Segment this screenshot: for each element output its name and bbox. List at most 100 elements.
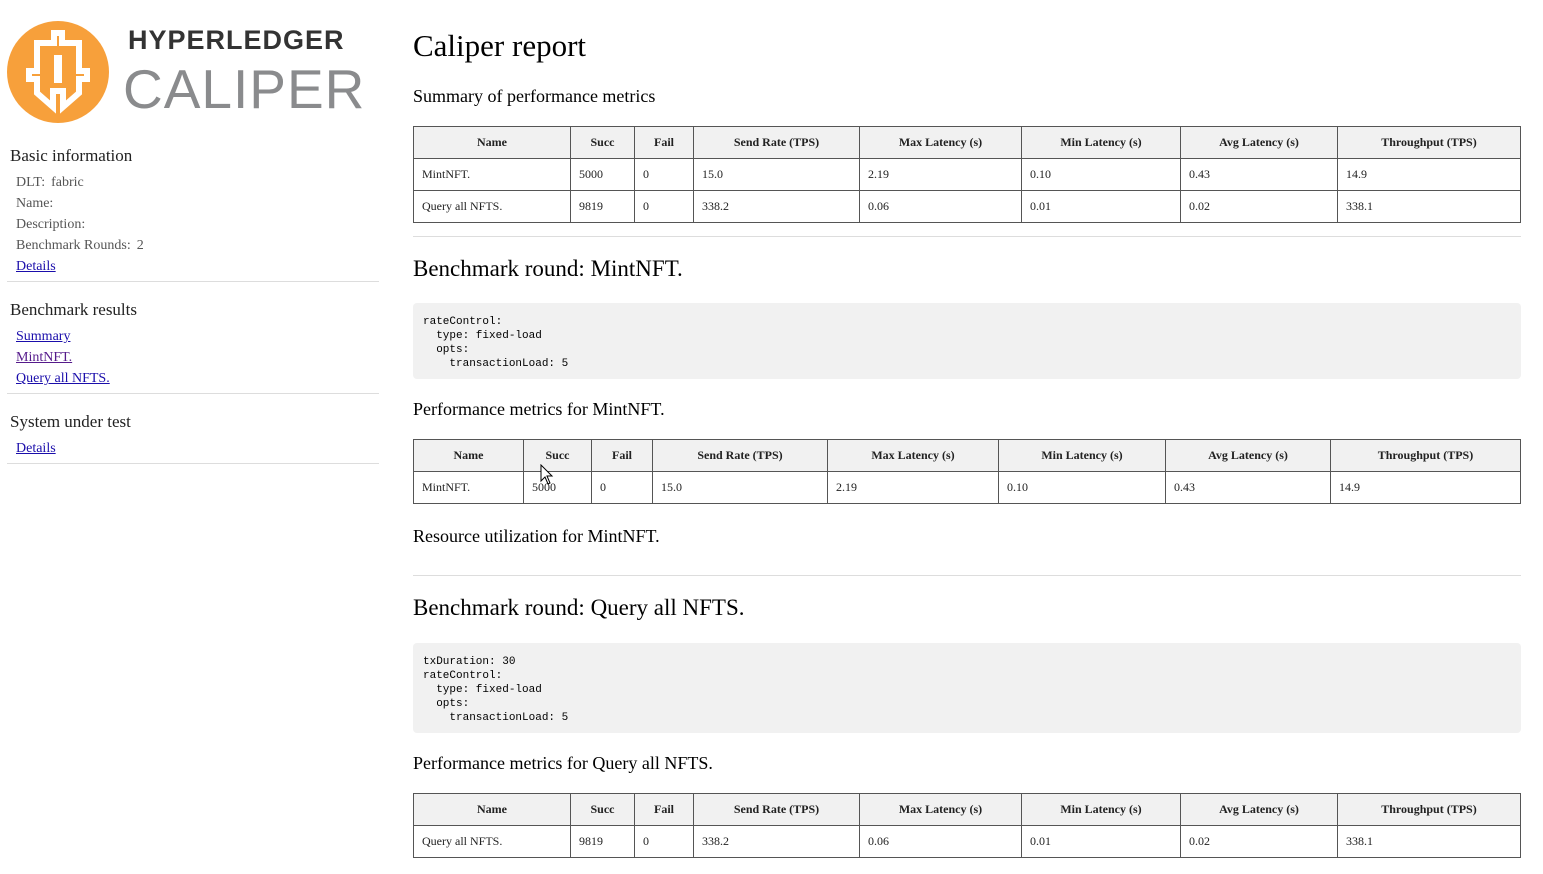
- system-under-test-heading: System under test: [10, 412, 131, 431]
- round-query-config: txDuration: 30 rateControl: type: fixed-…: [413, 643, 1521, 733]
- col-avg-latency: Avg Latency (s): [1180, 793, 1338, 826]
- summary-heading: Summary of performance metrics: [413, 86, 656, 106]
- round-mintnft-config: rateControl: type: fixed-load opts: tran…: [413, 303, 1521, 379]
- benchmark-results-heading: Benchmark results: [10, 300, 137, 319]
- cell-throughput: 14.9: [1330, 471, 1521, 504]
- summary-link[interactable]: Summary: [16, 326, 379, 347]
- col-fail: Fail: [634, 793, 694, 826]
- system-details-link[interactable]: Details: [16, 438, 379, 459]
- basic-information-heading: Basic information: [10, 146, 133, 165]
- cell-min-latency: 0.01: [1021, 190, 1181, 223]
- divider: [413, 575, 1521, 576]
- dlt-value: fabric: [51, 175, 84, 190]
- logo-bottom-text: CALIPER: [123, 58, 366, 120]
- round-query-config-text: txDuration: 30 rateControl: type: fixed-…: [423, 656, 569, 724]
- cell-max-latency: 2.19: [827, 471, 999, 504]
- divider: [413, 236, 1521, 237]
- logo-top-text: HYPERLEDGER: [128, 25, 345, 55]
- mintnft-link[interactable]: MintNFT.: [16, 347, 379, 368]
- col-send-rate: Send Rate (TPS): [652, 439, 828, 472]
- cell-fail: 0: [634, 158, 694, 191]
- description-line: Description:: [16, 217, 86, 232]
- col-min-latency: Min Latency (s): [998, 439, 1166, 472]
- cell-send-rate: 338.2: [693, 190, 860, 223]
- table-row: Query all NFTS. 9819 0 338.2 0.06 0.01 0…: [413, 190, 1521, 223]
- col-name: Name: [413, 126, 571, 159]
- col-send-rate: Send Rate (TPS): [693, 126, 860, 159]
- table-row: MintNFT. 5000 0 15.0 2.19 0.10 0.43 14.9: [413, 471, 1521, 504]
- col-avg-latency: Avg Latency (s): [1180, 126, 1338, 159]
- cell-name: Query all NFTS.: [413, 825, 571, 858]
- round-mintnft-table: Name Succ Fail Send Rate (TPS) Max Laten…: [413, 439, 1521, 504]
- caliper-logo-icon: [7, 21, 109, 123]
- col-throughput: Throughput (TPS): [1337, 793, 1521, 826]
- round-mintnft-perf-heading: Performance metrics for MintNFT.: [413, 399, 665, 419]
- round-query-perf-heading: Performance metrics for Query all NFTS.: [413, 753, 713, 773]
- cell-throughput: 14.9: [1337, 158, 1521, 191]
- table-row: Query all NFTS. 9819 0 338.2 0.06 0.01 0…: [413, 825, 1521, 858]
- col-throughput: Throughput (TPS): [1337, 126, 1521, 159]
- benchmark-rounds-line: Benchmark Rounds: 2: [16, 235, 379, 256]
- cell-name: Query all NFTS.: [413, 190, 571, 223]
- col-max-latency: Max Latency (s): [827, 439, 999, 472]
- cell-name: MintNFT.: [413, 158, 571, 191]
- round-query-header-row: Name Succ Fail Send Rate (TPS) Max Laten…: [413, 793, 1521, 826]
- col-succ: Succ: [570, 793, 635, 826]
- query-all-nfts-link[interactable]: Query all NFTS.: [16, 368, 379, 389]
- cell-fail: 0: [634, 825, 694, 858]
- cell-send-rate: 15.0: [693, 158, 860, 191]
- cell-min-latency: 0.10: [1021, 158, 1181, 191]
- cell-fail: 0: [591, 471, 653, 504]
- summary-table: Name Succ Fail Send Rate (TPS) Max Laten…: [413, 126, 1521, 223]
- system-under-test-section: System under test Details: [7, 412, 379, 464]
- col-min-latency: Min Latency (s): [1021, 793, 1181, 826]
- cell-max-latency: 0.06: [859, 825, 1022, 858]
- cell-succ: 5000: [570, 158, 635, 191]
- cell-avg-latency: 0.02: [1180, 825, 1338, 858]
- cell-throughput: 338.1: [1337, 825, 1521, 858]
- col-succ: Succ: [523, 439, 592, 472]
- cell-avg-latency: 0.02: [1180, 190, 1338, 223]
- cell-min-latency: 0.01: [1021, 825, 1181, 858]
- cell-avg-latency: 0.43: [1180, 158, 1338, 191]
- col-succ: Succ: [570, 126, 635, 159]
- round-mintnft-header-row: Name Succ Fail Send Rate (TPS) Max Laten…: [413, 439, 1521, 472]
- col-throughput: Throughput (TPS): [1330, 439, 1521, 472]
- col-fail: Fail: [591, 439, 653, 472]
- col-fail: Fail: [634, 126, 694, 159]
- round-mintnft-config-text: rateControl: type: fixed-load opts: tran…: [423, 316, 569, 370]
- dlt-line: DLT: fabric: [16, 172, 379, 193]
- basic-information-section: Basic information DLT: fabric Name: Descr…: [7, 146, 379, 282]
- col-name: Name: [413, 793, 571, 826]
- col-send-rate: Send Rate (TPS): [693, 793, 860, 826]
- cell-max-latency: 0.06: [859, 190, 1022, 223]
- cell-min-latency: 0.10: [998, 471, 1166, 504]
- round-query-table: Name Succ Fail Send Rate (TPS) Max Laten…: [413, 793, 1521, 858]
- cell-succ: 9819: [570, 190, 635, 223]
- table-row: MintNFT. 5000 0 15.0 2.19 0.10 0.43 14.9: [413, 158, 1521, 191]
- round-query-title: Benchmark round: Query all NFTS.: [413, 595, 745, 620]
- page-title: Caliper report: [413, 28, 587, 63]
- cell-send-rate: 15.0: [652, 471, 828, 504]
- col-max-latency: Max Latency (s): [859, 126, 1022, 159]
- cell-max-latency: 2.19: [859, 158, 1022, 191]
- cell-throughput: 338.1: [1337, 190, 1521, 223]
- cell-name: MintNFT.: [413, 471, 524, 504]
- rounds-value: 2: [136, 238, 144, 253]
- round-mintnft-title: Benchmark round: MintNFT.: [413, 256, 683, 281]
- cell-succ: 9819: [570, 825, 635, 858]
- cell-send-rate: 338.2: [693, 825, 860, 858]
- benchmark-results-section: Benchmark results Summary MintNFT. Query…: [7, 300, 379, 394]
- mouse-cursor-icon: [540, 464, 554, 485]
- name-line: Name:: [16, 196, 54, 211]
- col-max-latency: Max Latency (s): [859, 793, 1022, 826]
- col-name: Name: [413, 439, 524, 472]
- hyperledger-caliper-logo: HYPERLEDGER CALIPER: [7, 21, 367, 125]
- cell-avg-latency: 0.43: [1165, 471, 1331, 504]
- cell-succ: 5000: [523, 471, 592, 504]
- dlt-label: DLT:: [16, 175, 46, 190]
- cell-fail: 0: [634, 190, 694, 223]
- basic-details-link[interactable]: Details: [16, 256, 379, 277]
- rounds-label: Benchmark Rounds:: [16, 238, 131, 253]
- col-min-latency: Min Latency (s): [1021, 126, 1181, 159]
